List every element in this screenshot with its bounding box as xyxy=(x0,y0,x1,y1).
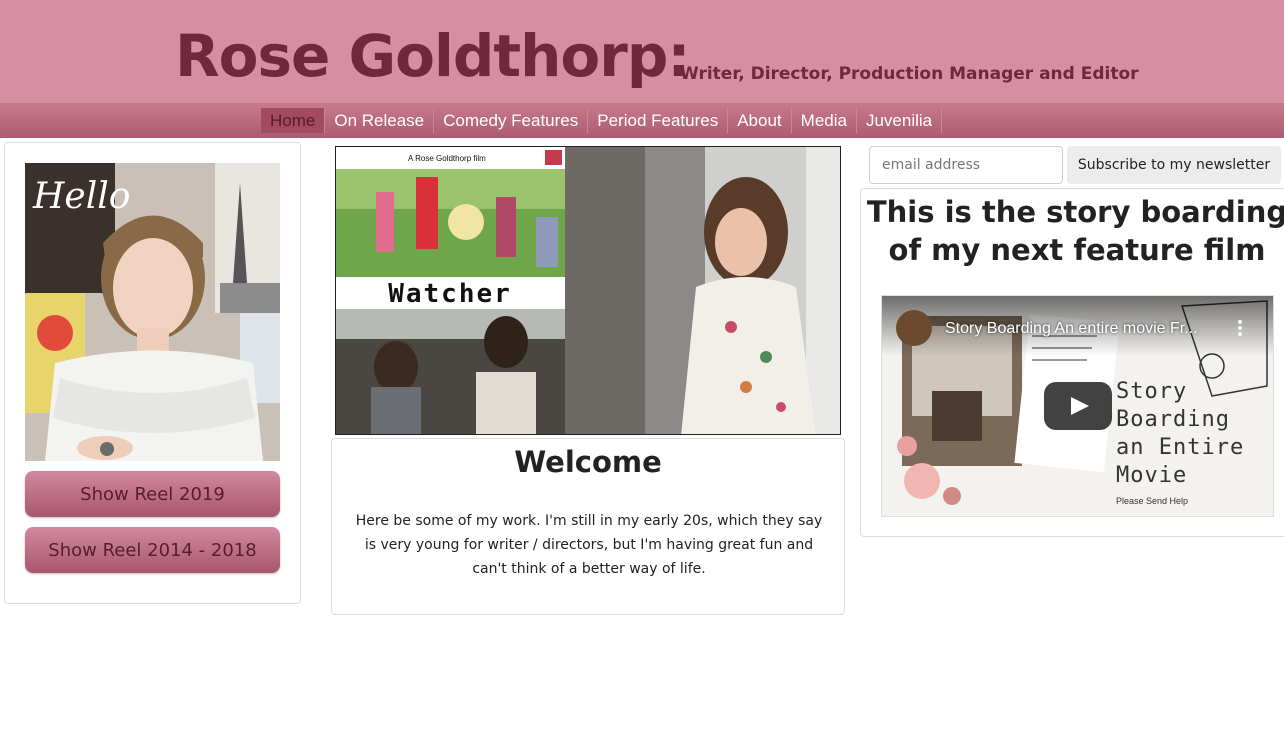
site-header: Rose Goldthorp: Writer, Director, Produc… xyxy=(0,0,1284,103)
welcome-title: Welcome xyxy=(514,445,662,479)
video-thumb-line: Story xyxy=(1116,379,1188,404)
nav-list: Home On Release Comedy Features Period F… xyxy=(261,108,943,133)
video-title[interactable]: Story Boarding An entire movie Fr... xyxy=(945,320,1198,338)
site-title: Rose Goldthorp: xyxy=(175,22,691,90)
youtube-video-embed[interactable]: Story Boarding An entire movie Fr... Sto… xyxy=(881,295,1274,517)
poster-title: Watcher xyxy=(388,279,512,309)
nav-item-media[interactable]: Media xyxy=(792,108,857,133)
portrait-poster-text: Hello xyxy=(32,176,130,217)
video-thumb-line: Movie xyxy=(1116,463,1188,488)
site-subtitle: Writer, Director, Production Manager and… xyxy=(680,64,1139,84)
nav-item-comedy-features[interactable]: Comedy Features xyxy=(434,108,589,133)
email-field[interactable] xyxy=(869,146,1063,184)
nav-item-on-release[interactable]: On Release xyxy=(325,108,435,133)
poster-caption: A Rose Goldthorp film xyxy=(408,154,486,163)
video-thumb-small: Please Send Help xyxy=(1116,496,1189,506)
nav-item-about[interactable]: About xyxy=(728,108,792,133)
play-icon[interactable] xyxy=(1044,382,1112,430)
video-thumb-line: an Entire xyxy=(1116,435,1245,460)
feature-panel: This is the story boarding of my next fe… xyxy=(860,188,1284,537)
show-reel-2014-2018-button[interactable]: Show Reel 2014 - 2018 xyxy=(25,527,280,573)
welcome-panel: Welcome Here be some of my work. I'm sti… xyxy=(331,438,845,615)
profile-panel: Hello Show Reel 2019 Show Reel 2014 - 20… xyxy=(4,142,301,604)
channel-avatar[interactable] xyxy=(896,310,932,346)
nav-item-home[interactable]: Home xyxy=(261,108,326,133)
nav-item-juvenilia[interactable]: Juvenilia xyxy=(857,108,943,133)
hero-image: A Rose Goldthorp film Watcher xyxy=(335,146,841,435)
portrait-image: Hello xyxy=(25,163,280,461)
welcome-text: Here be some of my work. I'm still in my… xyxy=(355,513,823,577)
nav-item-period-features[interactable]: Period Features xyxy=(588,108,729,133)
video-thumb-line: Boarding xyxy=(1116,407,1230,432)
video-thumb-text: Story Boarding an Entire Movie xyxy=(1116,378,1244,490)
show-reel-2019-button[interactable]: Show Reel 2019 xyxy=(25,471,280,517)
subscribe-button[interactable]: Subscribe to my newsletter xyxy=(1067,146,1281,184)
main-nav: Home On Release Comedy Features Period F… xyxy=(0,103,1284,138)
feature-title: This is the story boarding of my next fe… xyxy=(866,195,1284,267)
